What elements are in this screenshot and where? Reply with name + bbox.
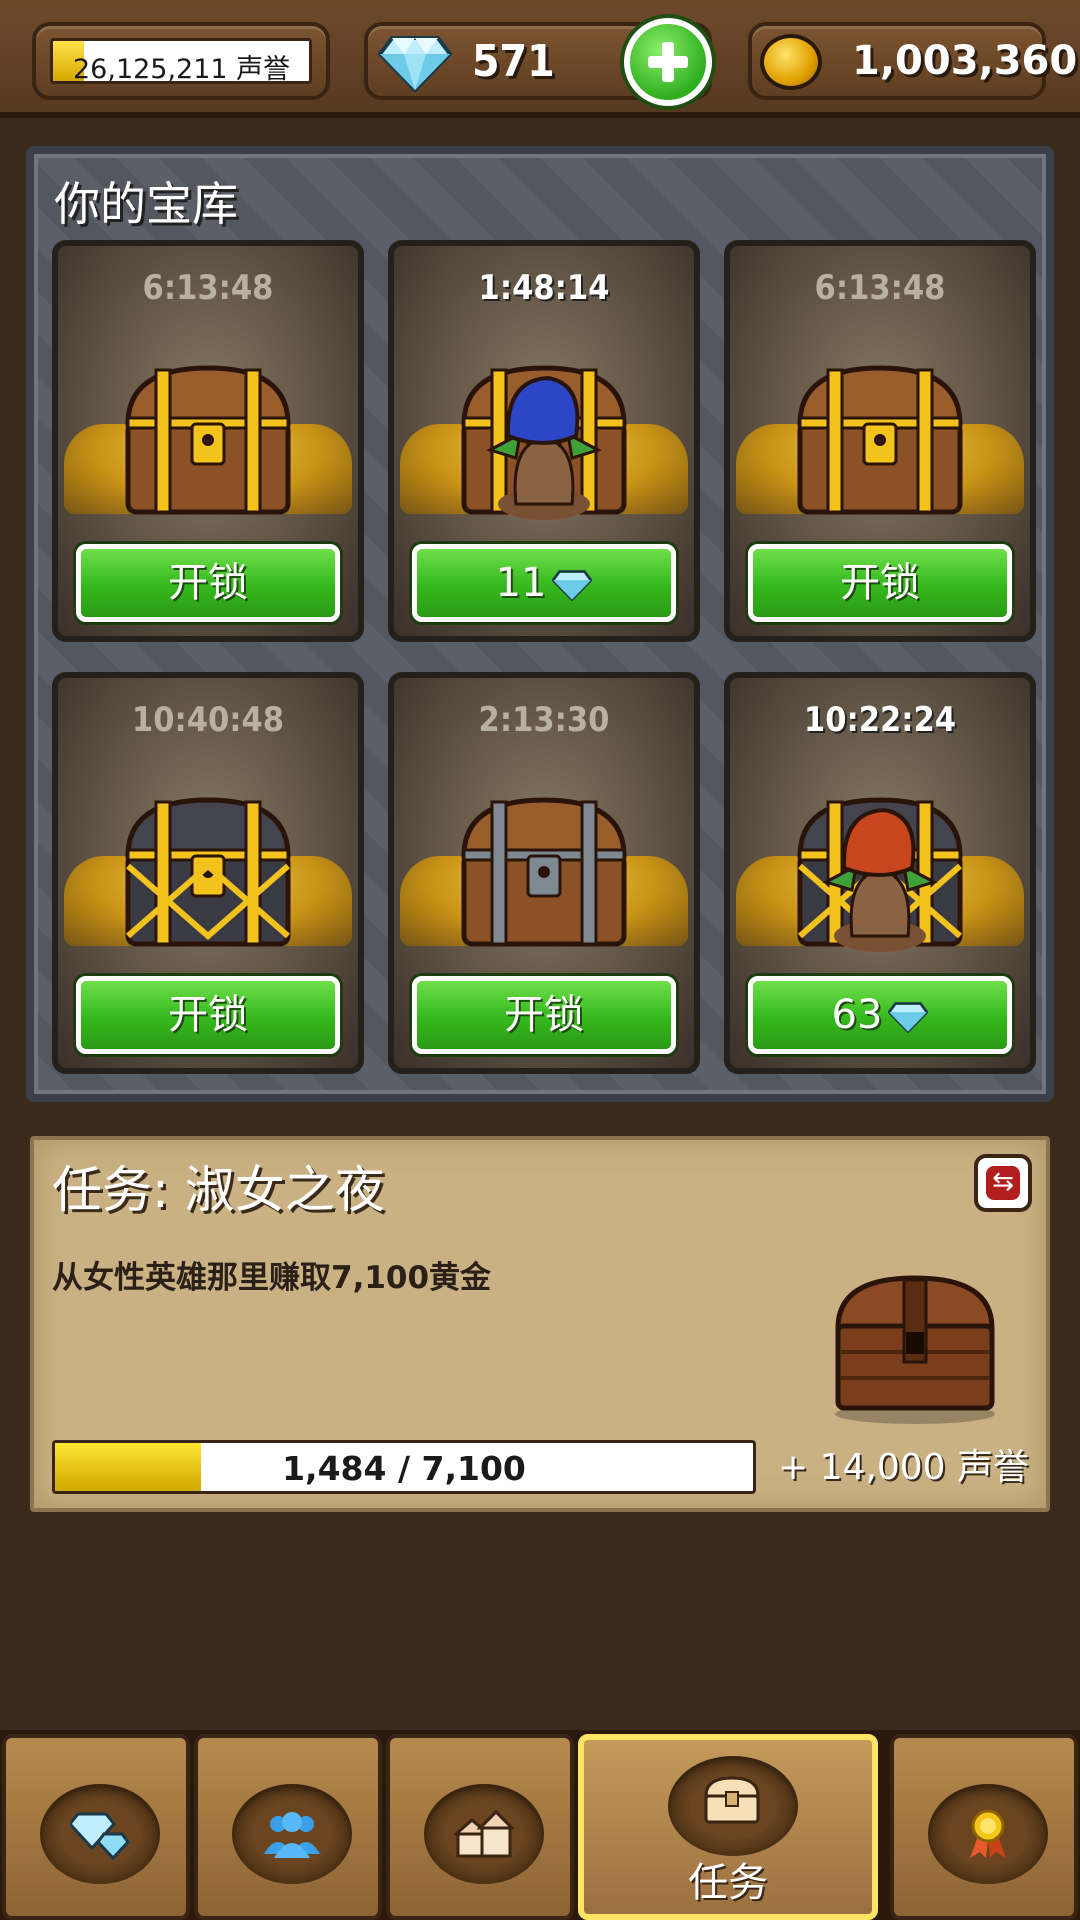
nav-tab-chest[interactable]: 任务 bbox=[578, 1734, 878, 1920]
nav-tab-heroes[interactable] bbox=[194, 1734, 382, 1920]
unlock-button[interactable]: 开锁 bbox=[412, 976, 676, 1054]
top-bar: 26,125,211 声誉 571 1,003,360 bbox=[0, 0, 1080, 118]
chest-slot[interactable]: 10:22:24 63 bbox=[724, 672, 1036, 1074]
quest-reward: + 14,000 声誉 bbox=[778, 1447, 1030, 1488]
reputation-value: 26,125,211 声誉 bbox=[73, 54, 291, 84]
button-label: 11 bbox=[495, 560, 547, 606]
swap-icon: ⇆ bbox=[986, 1166, 1020, 1200]
button-label: 开锁 bbox=[840, 560, 920, 606]
quest-title: 任务: 淑女之夜 bbox=[52, 1161, 385, 1219]
nav-tab-buildings[interactable] bbox=[386, 1734, 574, 1920]
chest-timer: 2:13:30 bbox=[478, 700, 610, 740]
unlock-button[interactable]: 开锁 bbox=[748, 544, 1012, 622]
chest-timer: 10:22:24 bbox=[803, 700, 957, 740]
vault-title: 你的宝库 bbox=[54, 177, 238, 231]
gems-panel: 571 bbox=[364, 18, 712, 106]
unlock-button[interactable]: 开锁 bbox=[76, 976, 340, 1054]
chest-timer: 6:13:48 bbox=[142, 268, 274, 308]
button-label: 63 bbox=[831, 992, 883, 1038]
gems-count: 571 bbox=[472, 36, 555, 87]
quest-description: 从女性英雄那里赚取7,100黄金 bbox=[52, 1260, 492, 1296]
chest-timer: 1:48:14 bbox=[478, 268, 610, 308]
button-label: 开锁 bbox=[504, 992, 584, 1038]
diamond-icon bbox=[888, 1002, 929, 1033]
button-label: 开锁 bbox=[168, 992, 248, 1038]
chest-timer: 10:40:48 bbox=[131, 700, 285, 740]
gold-panel: 1,003,360 bbox=[748, 22, 1077, 100]
speed-up-button[interactable]: 63 bbox=[748, 976, 1012, 1054]
chest-slot[interactable]: 10:40:48 开锁 bbox=[52, 672, 364, 1074]
buy-gems-button[interactable] bbox=[624, 18, 712, 106]
button-label: 开锁 bbox=[168, 560, 248, 606]
gold-coin-icon bbox=[760, 34, 822, 90]
unlock-button[interactable]: 开锁 bbox=[76, 544, 340, 622]
quest-panel: 任务: 淑女之夜 ⇆ 从女性英雄那里赚取7,100黄金 1,484 / 7,10… bbox=[30, 1136, 1050, 1512]
quest-progress-bar: 1,484 / 7,100 bbox=[52, 1440, 756, 1494]
diamond-icon bbox=[552, 570, 593, 601]
vault-panel: 你的宝库 6:13:48 开锁 1:48:14 11 6:13:48 开锁 10… bbox=[26, 146, 1054, 1102]
quest-progress-text: 1,484 / 7,100 bbox=[282, 1449, 526, 1488]
bottom-nav: 任务 bbox=[0, 1730, 1080, 1920]
nav-tab-award[interactable] bbox=[890, 1734, 1078, 1920]
chest-slot[interactable]: 6:13:48 开锁 bbox=[724, 240, 1036, 642]
chest-slot[interactable]: 1:48:14 11 bbox=[388, 240, 700, 642]
reputation-bar: 26,125,211 声誉 bbox=[50, 38, 312, 84]
swap-quest-button[interactable]: ⇆ bbox=[974, 1154, 1032, 1212]
nav-tab-gems[interactable] bbox=[2, 1734, 190, 1920]
reputation-panel: 26,125,211 声誉 bbox=[32, 22, 330, 100]
reward-chest-icon bbox=[835, 1275, 995, 1424]
chest-slot[interactable]: 6:13:48 开锁 bbox=[52, 240, 364, 642]
diamond-icon bbox=[378, 36, 452, 92]
gold-count: 1,003,360 bbox=[852, 38, 1078, 84]
chest-slot[interactable]: 2:13:30 开锁 bbox=[388, 672, 700, 1074]
speed-up-button[interactable]: 11 bbox=[412, 544, 676, 622]
nav-tab-label: 任务 bbox=[688, 1860, 768, 1906]
chest-timer: 6:13:48 bbox=[814, 268, 946, 308]
